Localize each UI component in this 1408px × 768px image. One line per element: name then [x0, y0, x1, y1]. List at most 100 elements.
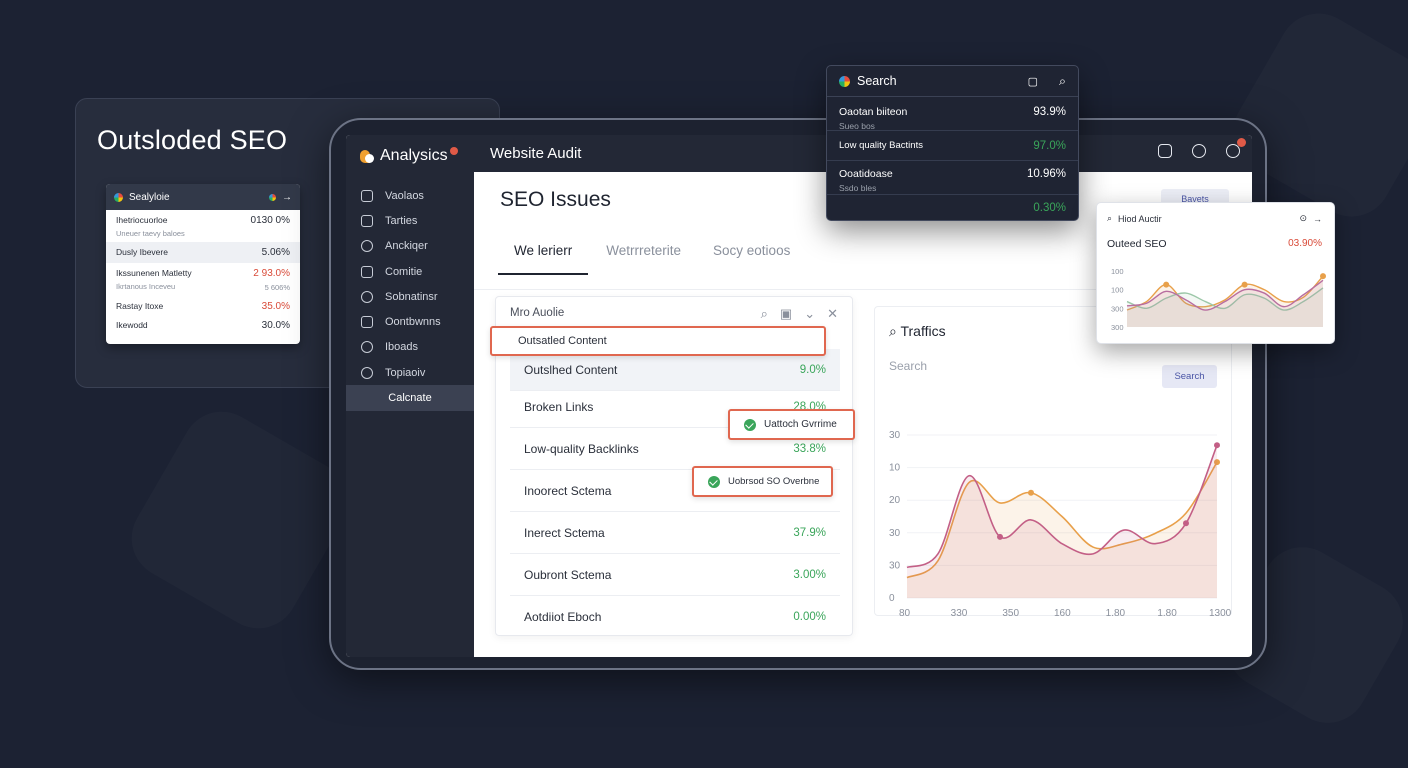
data-point — [1320, 273, 1326, 280]
search-row-label: Low quality Bactints — [839, 140, 923, 151]
search-row-value: 93.9% — [1033, 106, 1066, 118]
mini-row-label: Dusly Ibevere — [116, 247, 168, 257]
data-point — [1028, 489, 1034, 496]
mini-row-label: Ikewodd — [116, 320, 148, 330]
check-icon — [708, 475, 720, 488]
issue-label: Oubront Sctema — [524, 567, 612, 582]
issue-pct: 33.8% — [793, 442, 826, 455]
search-row: Oaotan biiteon Sueo bos 93.9% — [827, 97, 1078, 131]
close-icon[interactable]: ✕ — [827, 306, 838, 322]
x-tick-label: 80 — [899, 608, 911, 617]
home-icon[interactable] — [1158, 144, 1172, 158]
sidebar-item[interactable]: Iboads — [346, 335, 474, 360]
y-tick-label: 30 — [889, 528, 901, 539]
search-icon[interactable]: ⌕ — [1059, 74, 1066, 89]
sidebar-item[interactable]: Anckiqer — [346, 234, 474, 259]
mini-search-card: Sealyloie → Ihetriocuorloe Uneuer taevy b… — [106, 184, 300, 344]
app-logo[interactable]: Analysics — [360, 147, 458, 165]
audit-chart: 100 100 300 300 — [1111, 267, 1326, 332]
square-icon[interactable]: ▢ — [1028, 75, 1038, 88]
y-tick-label: 300 — [1111, 304, 1124, 313]
traffic-chart: 30 10 20 30 30 0 80 330 350 160 1.80 1.80 1300 — [889, 430, 1232, 617]
sidebar-item-label: Sobnatinsr — [385, 290, 438, 303]
sidebar-item-label: Anckiqer — [385, 240, 428, 253]
header-title: Website Audit — [490, 145, 582, 162]
status-badge-label: Uattoch Gvrrime — [764, 419, 837, 430]
sidebar-item[interactable]: Vaolaos — [346, 183, 474, 208]
issues-header: Mro Auolie — [510, 307, 565, 319]
google-icon — [114, 192, 123, 202]
issue-row[interactable]: Inerect Sctema 37.9% — [510, 512, 840, 554]
status-badge[interactable]: Uobrsod SO Overbne — [692, 466, 833, 497]
issue-label: Low-quality Backlinks — [524, 441, 639, 456]
search-icon — [361, 290, 373, 303]
mini-row: Ihetriocuorloe Uneuer taevy baloes 0130 0… — [106, 210, 300, 238]
arrow-right-icon[interactable]: → — [282, 192, 292, 203]
doc-icon — [361, 341, 373, 354]
save-icon[interactable]: ▣ — [780, 306, 792, 322]
sidebar: Analysics Vaolaos Tarties Anckiqer Comit… — [346, 135, 474, 657]
issue-row[interactable]: Oubront Sctema 3.00% — [510, 554, 840, 596]
tab-overview[interactable]: We lerierr — [498, 243, 589, 275]
notification-dot — [449, 147, 458, 155]
search-row: Low quality Bactints 97.0% — [827, 131, 1078, 161]
series-area — [1127, 280, 1323, 327]
sidebar-nav: Vaolaos Tarties Anckiqer Comitie Sobnati… — [346, 183, 474, 411]
sidebar-item-label: Comitie — [385, 265, 423, 278]
y-tick-label: 0 — [889, 593, 895, 604]
search-card-header: Search ▢ ⌕ — [827, 66, 1078, 97]
search-row-sub: Sueo bos — [839, 121, 875, 131]
google-icon — [839, 75, 850, 87]
mini-row-sub: Uneuer taevy baloes — [116, 229, 185, 238]
tab-third[interactable]: Socy eotioos — [697, 243, 806, 275]
mini-card-title: Sealyloie — [129, 191, 170, 203]
sidebar-item-active[interactable]: Calcnate — [346, 385, 474, 411]
data-point — [997, 533, 1003, 540]
y-tick-label: 300 — [1111, 323, 1124, 332]
search-icon[interactable]: ⌕ — [761, 306, 768, 322]
data-point — [1214, 442, 1220, 449]
highlighted-issue[interactable]: Outsatled Content — [490, 326, 826, 356]
mini-row-value: 0130 0% — [250, 215, 290, 226]
notification-dot — [1237, 138, 1246, 147]
page-title: SEO Issues — [500, 188, 611, 211]
bell-icon[interactable] — [1192, 144, 1206, 158]
user-icon[interactable] — [1226, 138, 1246, 158]
sidebar-item[interactable]: Oontbwnns — [346, 309, 474, 334]
sidebar-item[interactable]: Tarties — [346, 208, 474, 233]
issue-row[interactable]: Aotdiiot Eboch 0.00% — [510, 596, 840, 638]
top-bar-icons — [1158, 138, 1246, 158]
tab-second[interactable]: Wetrrreterite — [590, 243, 697, 275]
issues-toolbar: ⌕ ▣ ⌄ ✕ — [761, 306, 838, 322]
background-hexagon — [117, 397, 363, 643]
sidebar-item[interactable]: Topiaoiv — [346, 360, 474, 385]
search-row: Ooatidoase Ssdo bles 10.96% — [827, 161, 1078, 195]
data-point — [1163, 281, 1170, 288]
logo-icon — [360, 148, 374, 164]
y-tick-label: 30 — [889, 430, 901, 441]
x-tick-label: 1300 — [1209, 608, 1232, 617]
issue-pct: 9.0% — [799, 363, 826, 376]
mini-row-value: 5.06% — [261, 247, 290, 258]
sidebar-item[interactable]: Comitie — [346, 259, 474, 284]
mini-row-label: Ihetriocuorloe — [116, 215, 168, 225]
y-tick-label: 20 — [889, 495, 901, 506]
settings-icon — [361, 366, 373, 379]
logo-text: Analysics — [380, 147, 448, 164]
status-badge[interactable]: Uattoch Gvrrime — [728, 409, 855, 440]
search-row-value: 0.30% — [1033, 202, 1066, 214]
mini-row: Ikssunenen Matletty Ikrtanous Inceveu 2 9… — [106, 263, 300, 292]
search-row-value: 10.96% — [1026, 168, 1066, 180]
issue-label: Inoorect Sctema — [524, 483, 612, 498]
floating-audit-card: ⌕ Hiod Auctir ⊙ → Outeed SEO 03.90% 100 1… — [1096, 202, 1335, 344]
check-icon — [744, 418, 756, 431]
search-card-title: Search — [857, 74, 897, 88]
chevron-down-icon[interactable]: ⌄ — [804, 306, 815, 322]
issue-pct: 37.9% — [793, 526, 826, 539]
sidebar-item-label: Oontbwnns — [385, 316, 441, 329]
home-icon — [361, 316, 373, 329]
search-row-label: Ooatidoase — [839, 168, 893, 180]
issue-label: Aotdiiot Eboch — [524, 610, 602, 624]
mini-row-sub: Ikrtanous Inceveu — [116, 282, 176, 291]
sidebar-item[interactable]: Sobnatinsr — [346, 284, 474, 309]
